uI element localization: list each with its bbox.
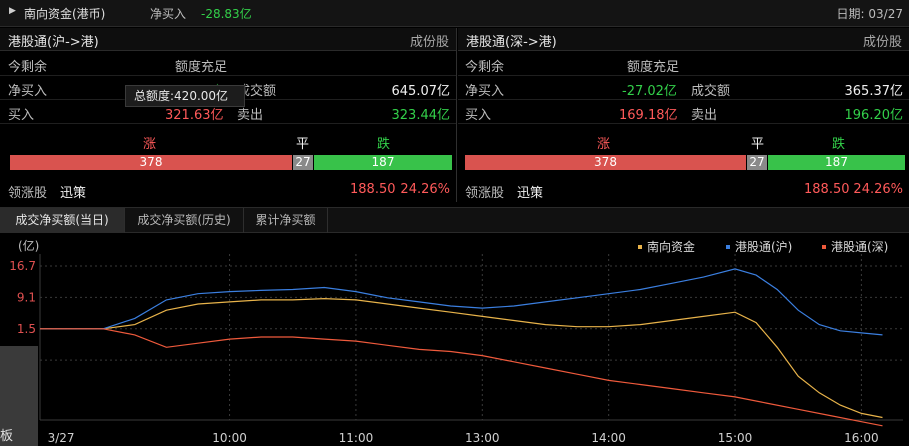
flat-bar: 27 bbox=[747, 155, 767, 170]
side-panel-button-label: 板 bbox=[0, 429, 14, 444]
panel-hk-sz: 港股通(深->港) 成份股 今剩余 额度充足 净买入 -27.02亿 成交额 3… bbox=[458, 28, 909, 202]
panel-title-bar: 港股通(深->港) 成份股 bbox=[458, 28, 909, 51]
buy-label: 买入 bbox=[8, 108, 35, 123]
leader-price: 188.50 bbox=[804, 182, 850, 197]
sell-value: 196.20亿 bbox=[844, 108, 904, 123]
x-tick-label: 15:00 bbox=[718, 431, 753, 445]
x-tick-label: 10:00 bbox=[212, 431, 247, 445]
x-tick-label: 14:00 bbox=[591, 431, 626, 445]
breadth-header: 涨 平 跌 bbox=[458, 130, 909, 152]
constituents-link[interactable]: 成份股 bbox=[863, 31, 902, 50]
net-row: 净买入 -27.02亿 成交额 365.37亿 bbox=[458, 76, 909, 100]
down-bar: 187 bbox=[768, 155, 905, 170]
x-tick-label: 3/27 bbox=[48, 431, 75, 445]
leader-row[interactable]: 领涨股 迅策 188.50 24.26% bbox=[458, 178, 909, 202]
panel-hk-sh: 港股通(沪->港) 成份股 今剩余 额度充足 净买入 -1.91亿 成交额 64… bbox=[0, 28, 457, 202]
quota-label: 今剩余 bbox=[465, 60, 505, 75]
top-bar: ▶ 南向资金(港币) 净买入 -28.83亿 日期: 03/27 bbox=[0, 0, 909, 27]
leader-name[interactable]: 迅策 bbox=[60, 182, 86, 201]
flat-label: 平 bbox=[751, 137, 765, 152]
tab-net-buy-today[interactable]: 成交净买额(当日) bbox=[0, 208, 125, 233]
date-label: 日期: 03/27 bbox=[836, 7, 903, 21]
turnover-label: 成交额 bbox=[691, 84, 731, 99]
series-line bbox=[40, 297, 883, 419]
buy-sell-row: 买入 169.18亿 卖出 196.20亿 bbox=[458, 100, 909, 124]
leader-pct: 24.26% bbox=[853, 182, 903, 197]
y-tick-label: 1.5 bbox=[17, 322, 36, 336]
constituents-link[interactable]: 成份股 bbox=[410, 31, 449, 50]
legend-label: 港股通(沪) bbox=[735, 240, 792, 254]
down-label: 跌 bbox=[377, 137, 391, 152]
net-label: 净买入 bbox=[8, 84, 48, 99]
up-label: 涨 bbox=[143, 137, 157, 152]
expand-arrow-icon[interactable]: ▶ bbox=[9, 6, 16, 16]
up-label: 涨 bbox=[597, 137, 611, 152]
panel-title: 港股通(沪->港) bbox=[8, 35, 99, 50]
sell-label: 卖出 bbox=[691, 108, 718, 123]
breadth-header: 涨 平 跌 bbox=[0, 130, 456, 152]
breadth-bars: 378 27 187 bbox=[10, 155, 452, 170]
quota-row: 今剩余 额度充足 bbox=[0, 52, 456, 76]
sell-value: 323.44亿 bbox=[391, 108, 451, 123]
x-tick-label: 13:00 bbox=[465, 431, 500, 445]
net-label: 净买入 bbox=[465, 84, 505, 99]
legend-label: 南向资金 bbox=[647, 239, 695, 254]
chart-tabs: 成交净买额(当日) 成交净买额(历史) 累计净买额 bbox=[0, 207, 909, 233]
quota-tooltip: 总额度:420.00亿 bbox=[125, 85, 245, 107]
panel-title-bar: 港股通(沪->港) 成份股 bbox=[0, 28, 456, 51]
panel-title: 港股通(深->港) bbox=[466, 35, 557, 50]
net-buy-chart[interactable]: (亿)16.79.11.5-6.13/2710:0011:0013:0014:0… bbox=[0, 234, 909, 446]
down-label: 跌 bbox=[832, 137, 846, 152]
y-tick-label: 16.7 bbox=[9, 259, 36, 273]
quota-label: 今剩余 bbox=[8, 60, 48, 75]
x-tick-label: 16:00 bbox=[844, 431, 879, 445]
leader-pct: 24.26% bbox=[400, 182, 450, 197]
legend-label: 港股通(深) bbox=[831, 240, 888, 254]
net-buy-label: 净买入 bbox=[150, 7, 187, 21]
breadth-bars: 378 27 187 bbox=[465, 155, 905, 170]
turnover-value: 365.37亿 bbox=[844, 84, 904, 99]
leader-row[interactable]: 领涨股 迅策 188.50 24.26% bbox=[0, 178, 456, 202]
leader-price: 188.50 bbox=[350, 182, 396, 197]
net-value: -27.02亿 bbox=[622, 84, 677, 99]
y-unit-label: (亿) bbox=[18, 238, 39, 253]
legend-swatch bbox=[726, 245, 730, 249]
quota-value: 额度充足 bbox=[627, 60, 680, 75]
leader-name[interactable]: 迅策 bbox=[517, 182, 543, 201]
net-buy-value: -28.83亿 bbox=[201, 7, 252, 21]
flat-bar: 27 bbox=[293, 155, 313, 170]
quota-value: 额度充足 bbox=[175, 60, 228, 75]
flat-label: 平 bbox=[296, 137, 310, 152]
down-bar: 187 bbox=[314, 155, 452, 170]
tab-net-buy-history[interactable]: 成交净买额(历史) bbox=[125, 208, 244, 233]
legend-swatch bbox=[822, 245, 826, 249]
turnover-value: 645.07亿 bbox=[391, 84, 451, 99]
tab-cumulative-net-buy[interactable]: 累计净买额 bbox=[244, 208, 328, 233]
buy-label: 买入 bbox=[465, 108, 492, 123]
series-line bbox=[40, 328, 883, 427]
series-line bbox=[40, 268, 883, 336]
side-panel-button[interactable]: 板 bbox=[0, 346, 38, 446]
buy-value: 169.18亿 bbox=[619, 108, 678, 123]
leader-label: 领涨股 bbox=[465, 186, 505, 201]
up-bar: 378 bbox=[10, 155, 292, 170]
leader-label: 领涨股 bbox=[8, 186, 48, 201]
legend-swatch bbox=[638, 245, 642, 249]
quota-row: 今剩余 额度充足 bbox=[458, 52, 909, 76]
up-bar: 378 bbox=[465, 155, 746, 170]
x-tick-label: 11:00 bbox=[339, 431, 374, 445]
y-tick-label: 9.1 bbox=[17, 290, 36, 304]
page-title[interactable]: 南向资金(港币) bbox=[24, 5, 105, 22]
